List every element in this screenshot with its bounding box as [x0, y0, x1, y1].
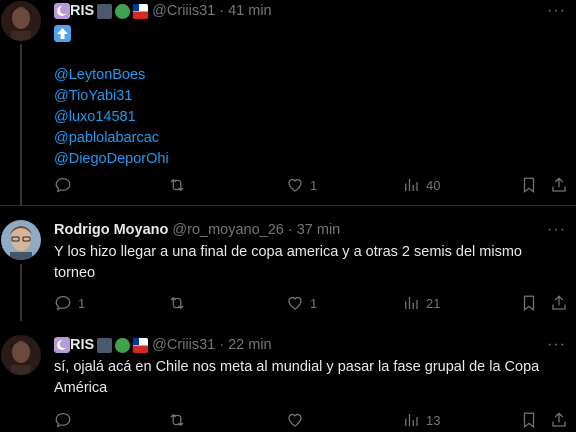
reply-icon: [55, 295, 71, 311]
tweet-actions: 1 1 21: [54, 294, 568, 314]
heart-icon: [288, 296, 302, 310]
share-button[interactable]: [550, 176, 568, 194]
globe-emoji-icon: [115, 3, 131, 19]
tweet-header: RIS @Criiis31 · 41 min: [54, 1, 272, 21]
avatar[interactable]: [1, 1, 41, 41]
like-count: 1: [310, 177, 318, 193]
share-icon: [552, 177, 566, 192]
more-options-icon[interactable]: ···: [547, 221, 566, 239]
views-chart-icon: [405, 414, 418, 426]
bookmark-icon: [523, 177, 535, 194]
bookmark-button[interactable]: [520, 411, 538, 429]
retweet-button[interactable]: [168, 294, 192, 312]
mention-link[interactable]: @TioYabi31: [54, 86, 169, 107]
avatar[interactable]: [1, 220, 41, 260]
film-emoji-icon: [97, 3, 113, 19]
views-button[interactable]: 13: [402, 411, 440, 429]
views-chart-icon: [405, 179, 418, 191]
views-button[interactable]: 21: [402, 294, 440, 312]
user-handle[interactable]: @Criiis31: [152, 3, 215, 19]
like-button[interactable]: 1: [286, 294, 317, 312]
tweet-header: RIS @Criiis31 · 22 min: [54, 335, 272, 355]
retweet-button[interactable]: [168, 411, 192, 429]
crescent-emoji-icon: [54, 3, 70, 19]
like-button[interactable]: [286, 411, 310, 429]
mention-link[interactable]: @luxo14581: [54, 107, 169, 128]
more-options-icon[interactable]: ···: [547, 336, 566, 354]
reply-button[interactable]: 1: [54, 294, 85, 312]
views-count: 13: [426, 412, 441, 428]
views-button[interactable]: 40: [402, 176, 440, 194]
tweet-actions: 1 40: [54, 176, 568, 196]
user-handle[interactable]: @Criiis31: [152, 337, 215, 353]
tweet-text: sí, ojalá acá en Chile nos meta al mundi…: [54, 359, 540, 396]
display-name-text[interactable]: RIS: [70, 337, 94, 353]
mention-link[interactable]: @LeytonBoes: [54, 65, 169, 86]
tweet-1[interactable]: RIS @Criiis31 · 41 min ··· @LeytonBoes @…: [0, 0, 576, 205]
separator-dot: ·: [219, 3, 225, 19]
timestamp[interactable]: 41 min: [228, 3, 272, 19]
display-name[interactable]: Rodrigo Moyano: [54, 222, 168, 238]
reply-button[interactable]: [54, 176, 78, 194]
thread-line: [20, 264, 22, 321]
globe-emoji-icon: [115, 337, 131, 353]
display-name[interactable]: RIS: [54, 337, 149, 353]
reply-icon: [55, 412, 71, 428]
like-count: 1: [310, 295, 318, 311]
share-button[interactable]: [550, 294, 568, 312]
retweet-icon: [170, 178, 184, 192]
timestamp[interactable]: 22 min: [228, 337, 272, 353]
views-count: 40: [426, 177, 441, 193]
crescent-emoji-icon: [54, 337, 70, 353]
mention-link[interactable]: @DiegoDeporOhi: [54, 149, 169, 170]
bookmark-button[interactable]: [520, 176, 538, 194]
share-button[interactable]: [550, 411, 568, 429]
separator-dot: ·: [219, 337, 225, 353]
separator-dot: ·: [287, 222, 293, 238]
timestamp[interactable]: 37 min: [297, 222, 341, 238]
avatar[interactable]: [1, 335, 41, 375]
retweet-button[interactable]: [168, 176, 192, 194]
chile-flag-icon: [133, 337, 149, 353]
heart-icon: [288, 178, 302, 192]
up-arrow-emoji-icon: [54, 25, 71, 42]
like-button[interactable]: 1: [286, 176, 317, 194]
retweet-icon: [170, 296, 184, 310]
views-chart-icon: [405, 297, 418, 309]
bookmark-button[interactable]: [520, 294, 538, 312]
user-handle[interactable]: @ro_moyano_26: [172, 222, 283, 238]
bookmark-icon: [523, 295, 535, 312]
tweet-text: @LeytonBoes @TioYabi31 @luxo14581 @pablo…: [54, 24, 169, 170]
heart-icon: [288, 413, 302, 427]
more-options-icon[interactable]: ···: [547, 2, 566, 20]
tweet-text: Y los hizo llegar a una final de copa am…: [54, 244, 522, 281]
retweet-icon: [170, 413, 184, 427]
tweet-actions: 13: [54, 411, 568, 431]
reply-icon: [55, 177, 71, 193]
tweet-2[interactable]: Rodrigo Moyano @ro_moyano_26 · 37 min ··…: [0, 206, 576, 321]
bookmark-icon: [523, 412, 535, 429]
thread-line: [20, 44, 22, 205]
share-icon: [552, 412, 566, 427]
reply-count: 1: [78, 295, 86, 311]
display-name[interactable]: RIS: [54, 3, 149, 19]
views-count: 21: [426, 295, 441, 311]
mention-link[interactable]: @pablolabarcac: [54, 128, 169, 149]
chile-flag-icon: [133, 3, 149, 19]
tweet-header: Rodrigo Moyano @ro_moyano_26 · 37 min: [54, 220, 340, 240]
film-emoji-icon: [97, 337, 113, 353]
display-name-text[interactable]: RIS: [70, 3, 94, 19]
share-icon: [552, 295, 566, 310]
reply-button[interactable]: [54, 411, 78, 429]
tweet-3[interactable]: RIS @Criiis31 · 22 min ··· sí, ojalá acá…: [0, 321, 576, 432]
